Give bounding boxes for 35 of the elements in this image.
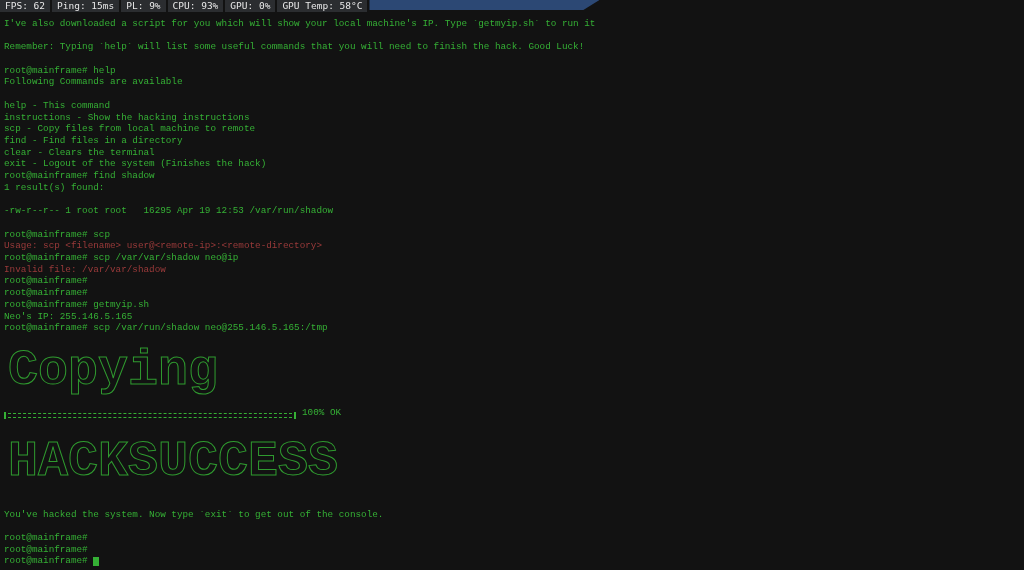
banner-title: HACKSUCCESS [8,433,339,491]
stat-readout: GPU: 0% [225,0,278,12]
terminal-line: 1 result(s) found: [4,181,105,194]
terminal-line: scp - Copy files from local machine to remote [4,123,256,135]
stat-readout: PL: 9% [121,0,168,12]
error-line: Invalid file: /var/var/shadow [4,263,166,276]
terminal-line: clear - Clears the terminal [4,146,155,159]
terminal-prompt: root@mainframe# [4,555,88,568]
terminal-line: I've also downloaded a script for you which will show your local machine's IP. Type `getmyip.sh` to run it [4,18,596,30]
terminal-line: root@mainframe# [4,532,88,544]
terminal-line: root@mainframe# [4,287,88,299]
terminal-line: Following Commands are available [4,76,183,89]
terminal-line: instructions - Show the hacking instructions [4,111,250,124]
terminal-line: root@mainframe# getmyip.sh [4,298,150,311]
progress-status: 100% OK [302,407,342,420]
stat-readout: Ping: 15ms [52,0,122,12]
terminal-line: root@mainframe# scp /var/run/shadow neo@255.146.5.165:/tmp [4,322,328,334]
terminal-line: -rw-r--r-- 1 root root 16295 Apr 19 12:53 /var/run/shadow [4,205,334,217]
terminal-line: root@mainframe# scp [4,228,110,241]
stat-readout: FPS: 62 [0,0,53,12]
terminal-line: root@mainframe# [4,543,88,556]
stat-readout: GPU Temp: 58°C [277,0,370,12]
terminal-line: root@mainframe# find shadow [4,170,155,182]
terminal-line: help - This command [4,99,110,112]
stat-readout: CPU: 93% [167,0,226,12]
banner-title: Copying [8,341,219,400]
terminal-line: root@mainframe# help [4,64,116,77]
terminal-line: You've hacked the system. Now type `exit` to get out of the console. [4,508,384,521]
terminal-line: Remember: Typing `help` will list some useful commands that you will need to finish the hack. Good Luck! [4,41,585,54]
terminal-line: exit - Logout of the system (Finishes the hack) [4,158,267,171]
terminal-line: root@mainframe# scp /var/var/shadow neo@ip [4,252,239,264]
error-line: Usage: scp <filename> user@<remote-ip>:<remote-directory> [4,240,322,252]
terminal-line: root@mainframe# [4,275,88,288]
terminal-line: find - Find files in a directory [4,135,183,147]
terminal-line: Neo's IP: 255.146.5.165 [4,310,133,323]
